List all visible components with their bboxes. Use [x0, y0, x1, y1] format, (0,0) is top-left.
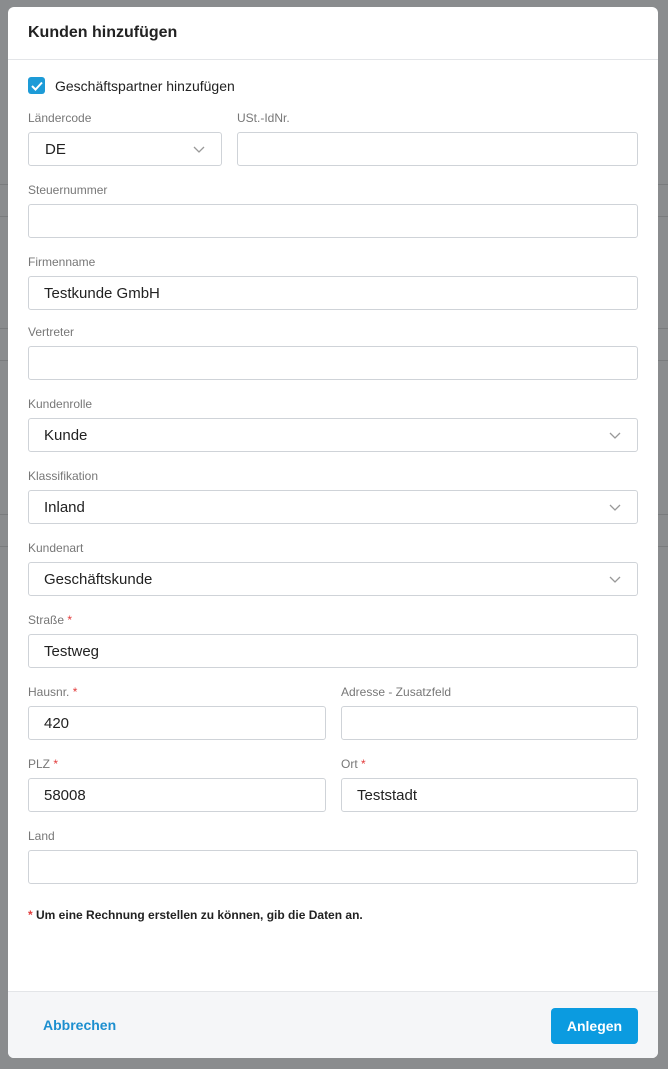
- checkmark-icon: [30, 81, 43, 91]
- city-value: Teststadt: [357, 786, 418, 804]
- postal-code-input[interactable]: 58008: [28, 778, 326, 812]
- country-code-field: Ländercode DE: [28, 110, 222, 166]
- address-extra-field: Adresse - Zusatzfeld: [341, 684, 638, 740]
- representative-label: Vertreter: [28, 325, 75, 339]
- chevron-down-icon: [608, 572, 622, 586]
- country-code-label: Ländercode: [28, 111, 92, 125]
- city-input[interactable]: Teststadt: [341, 778, 638, 812]
- customer-role-label: Kundenrolle: [28, 397, 93, 411]
- cancel-button[interactable]: Abbrechen: [43, 1017, 116, 1033]
- customer-type-label: Kundenart: [28, 541, 84, 555]
- chevron-down-icon: [608, 500, 622, 514]
- vat-id-input[interactable]: [237, 132, 638, 166]
- business-partner-checkbox[interactable]: [28, 77, 45, 94]
- house-number-value: 420: [44, 714, 70, 732]
- city-field: Ort * Teststadt: [341, 756, 638, 812]
- business-partner-label: Geschäftspartner hinzufügen: [55, 77, 235, 94]
- required-mark: *: [28, 908, 33, 922]
- city-label: Ort *: [341, 756, 638, 772]
- dialog-body: Geschäftspartner hinzufügen Ländercode D…: [8, 60, 658, 992]
- required-note: * Um eine Rechnung erstellen zu können, …: [28, 908, 363, 922]
- dialog-title: Kunden hinzufügen: [28, 24, 178, 41]
- vat-id-field: USt.-IdNr.: [237, 110, 638, 166]
- street-field: Straße * Testweg: [28, 612, 638, 668]
- tax-number-field: Steuernummer: [28, 182, 638, 238]
- classification-select[interactable]: Inland: [28, 490, 638, 524]
- add-customer-dialog: Kunden hinzufügen Geschäftspartner hinzu…: [8, 7, 658, 1058]
- classification-label: Klassifikation: [28, 469, 99, 483]
- dialog-header: Kunden hinzufügen: [8, 7, 658, 60]
- customer-role-field: Kundenrolle Kunde: [28, 396, 638, 452]
- postal-code-label: PLZ *: [28, 756, 326, 772]
- country-code-value: DE: [45, 140, 66, 158]
- vat-id-label: USt.-IdNr.: [237, 111, 290, 125]
- business-partner-option[interactable]: Geschäftspartner hinzufügen: [28, 77, 235, 94]
- required-mark: *: [361, 757, 366, 771]
- company-name-input[interactable]: Testkunde GmbH: [28, 276, 638, 310]
- country-code-select[interactable]: DE: [28, 132, 222, 166]
- address-extra-label: Adresse - Zusatzfeld: [341, 685, 452, 699]
- country-input[interactable]: [28, 850, 638, 884]
- representative-field: Vertreter: [28, 324, 638, 380]
- customer-type-value: Geschäftskunde: [44, 570, 153, 588]
- company-name-field: Firmenname Testkunde GmbH: [28, 254, 638, 310]
- address-extra-input[interactable]: [341, 706, 638, 740]
- house-number-input[interactable]: 420: [28, 706, 326, 740]
- country-label: Land: [28, 829, 55, 843]
- required-note-text: Um eine Rechnung erstellen zu können, gi…: [36, 908, 363, 922]
- company-name-value: Testkunde GmbH: [44, 284, 160, 302]
- classification-field: Klassifikation Inland: [28, 468, 638, 524]
- house-number-label-text: Hausnr.: [28, 685, 70, 699]
- chevron-down-icon: [192, 142, 206, 156]
- postal-code-field: PLZ * 58008: [28, 756, 326, 812]
- create-button[interactable]: Anlegen: [551, 1008, 638, 1044]
- customer-type-field: Kundenart Geschäftskunde: [28, 540, 638, 596]
- tax-number-label: Steuernummer: [28, 183, 108, 197]
- city-label-text: Ort: [341, 757, 358, 771]
- postal-code-value: 58008: [44, 786, 86, 804]
- house-number-label: Hausnr. *: [28, 684, 326, 700]
- customer-type-select[interactable]: Geschäftskunde: [28, 562, 638, 596]
- customer-role-select[interactable]: Kunde: [28, 418, 638, 452]
- street-label-text: Straße: [28, 613, 65, 627]
- postal-code-label-text: PLZ: [28, 757, 51, 771]
- street-input[interactable]: Testweg: [28, 634, 638, 668]
- company-name-label: Firmenname: [28, 255, 96, 269]
- dialog-footer: Abbrechen Anlegen: [8, 991, 658, 1058]
- classification-value: Inland: [44, 498, 85, 516]
- customer-role-value: Kunde: [44, 426, 88, 444]
- required-mark: *: [67, 613, 73, 627]
- chevron-down-icon: [608, 428, 622, 442]
- house-number-field: Hausnr. * 420: [28, 684, 326, 740]
- street-value: Testweg: [44, 642, 100, 660]
- required-mark: *: [72, 685, 78, 699]
- required-mark: *: [53, 757, 59, 771]
- country-field: Land: [28, 828, 638, 884]
- representative-input[interactable]: [28, 346, 638, 380]
- tax-number-input[interactable]: [28, 204, 638, 238]
- street-label: Straße *: [28, 612, 638, 628]
